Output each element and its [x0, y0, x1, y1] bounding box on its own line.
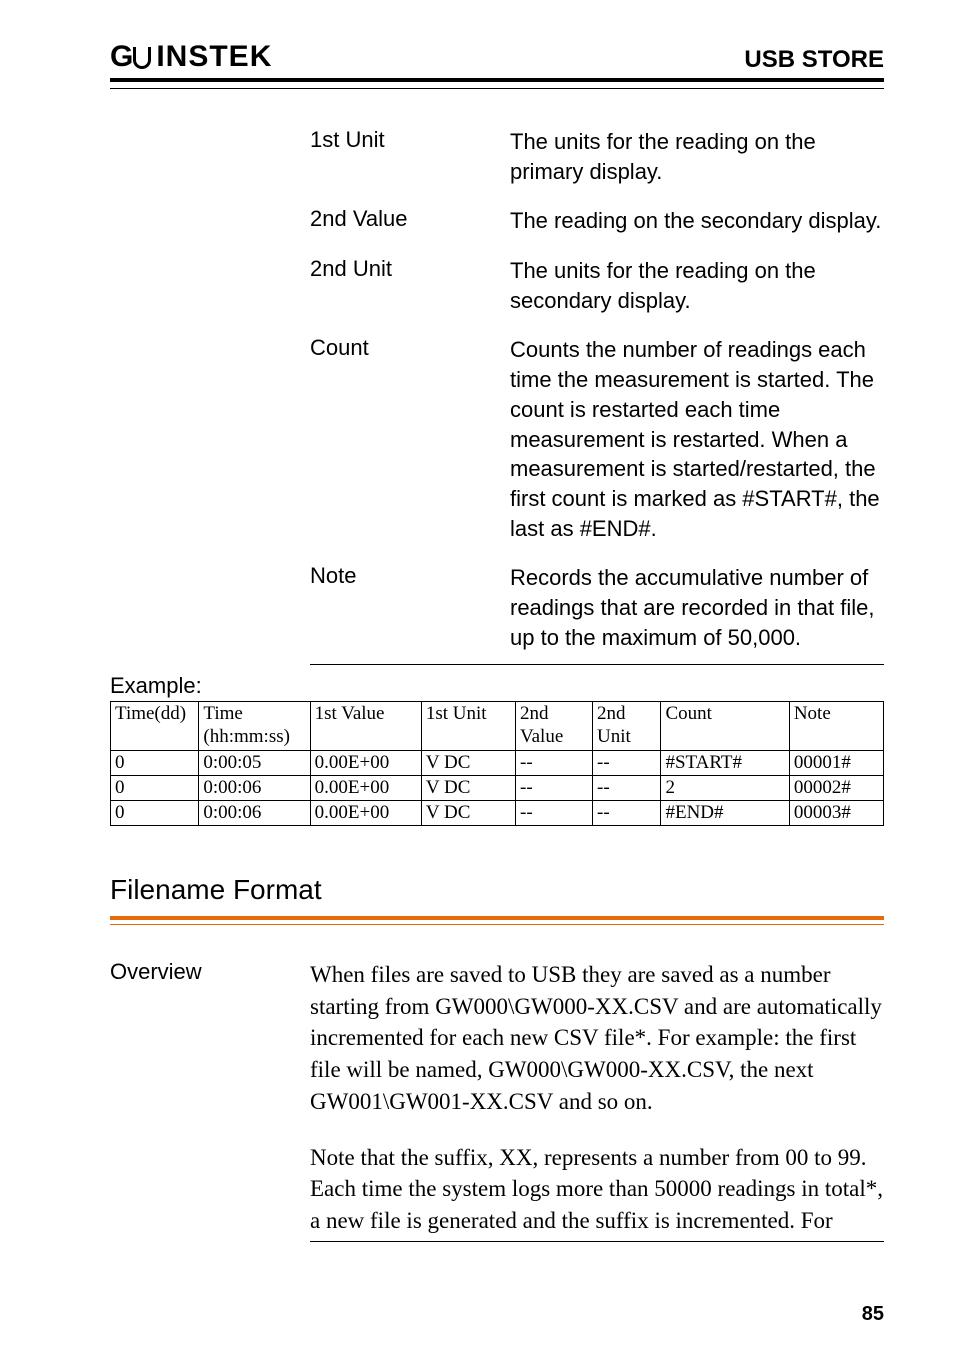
def-desc: The units for the reading on the primary… [510, 127, 884, 186]
cell: 0 [111, 750, 199, 775]
def-row: 2nd Unit The units for the reading on th… [310, 246, 884, 325]
cell: 0.00E+00 [310, 800, 421, 825]
th-note: Note [789, 702, 883, 751]
overview-label: Overview [110, 959, 310, 1242]
th-1st-unit: 1st Unit [421, 702, 515, 751]
th-line1: 2nd [520, 703, 549, 724]
cell: 0 [111, 775, 199, 800]
def-term: Count [310, 335, 510, 543]
cell: -- [593, 750, 661, 775]
th-line2: Unit [597, 726, 631, 747]
page-header: G INSTEK USB STORE [110, 40, 884, 82]
table-row: 0 0:00:05 0.00E+00 V DC -- -- #START# 00… [111, 750, 884, 775]
cell: V DC [421, 775, 515, 800]
example-label: Example: [110, 669, 884, 701]
def-term: 1st Unit [310, 127, 510, 186]
def-term: 2nd Unit [310, 256, 510, 315]
th-time-hms: Time (hh:mm:ss) [199, 702, 310, 751]
definition-list: 1st Unit The units for the reading on th… [310, 117, 884, 665]
orange-rule-thick [110, 916, 884, 920]
th-line2: (hh:mm:ss) [203, 726, 290, 747]
cell: 0.00E+00 [310, 750, 421, 775]
cell: -- [593, 800, 661, 825]
table-row: 0 0:00:06 0.00E+00 V DC -- -- #END# 0000… [111, 800, 884, 825]
brand-suffix: INSTEK [156, 40, 272, 74]
example-table: Time(dd) Time (hh:mm:ss) 1st Value 1st U… [110, 701, 884, 826]
cell: V DC [421, 750, 515, 775]
th-time-dd: Time(dd) [111, 702, 199, 751]
brand-logo: G INSTEK [110, 40, 272, 74]
overview-block: Overview When files are saved to USB the… [110, 959, 884, 1242]
def-term: 2nd Value [310, 206, 510, 236]
cell: 00002# [789, 775, 883, 800]
th-1st-value: 1st Value [310, 702, 421, 751]
th-count: Count [661, 702, 789, 751]
th-line2: Value [520, 726, 563, 747]
table-header-row: Time(dd) Time (hh:mm:ss) 1st Value 1st U… [111, 702, 884, 751]
section-title: USB STORE [744, 46, 884, 74]
cell: 0:00:05 [199, 750, 310, 775]
def-row: 2nd Value The reading on the secondary d… [310, 196, 884, 246]
th-line1: Time [203, 703, 242, 724]
filename-format-heading: Filename Format [110, 874, 884, 906]
cell: #END# [661, 800, 789, 825]
def-row: Note Records the accumulative number of … [310, 553, 884, 665]
orange-rule-thin [110, 924, 884, 925]
def-desc: The units for the reading on the seconda… [510, 256, 884, 315]
overview-p1: When files are saved to USB they are sav… [310, 959, 884, 1118]
cell: 0:00:06 [199, 775, 310, 800]
th-2nd-unit: 2nd Unit [593, 702, 661, 751]
cell: 0.00E+00 [310, 775, 421, 800]
def-row: 1st Unit The units for the reading on th… [310, 117, 884, 196]
th-line1: 2nd [597, 703, 626, 724]
cell: 2 [661, 775, 789, 800]
logo-u-icon [133, 47, 151, 69]
brand-prefix: G [110, 40, 132, 74]
cell: -- [516, 800, 593, 825]
th-2nd-value: 2nd Value [516, 702, 593, 751]
def-desc: The reading on the secondary display. [510, 206, 884, 236]
cell: 00001# [789, 750, 883, 775]
table-row: 0 0:00:06 0.00E+00 V DC -- -- 2 00002# [111, 775, 884, 800]
cell: -- [593, 775, 661, 800]
page-number: 85 [862, 1303, 884, 1326]
def-desc: Counts the number of readings each time … [510, 335, 884, 543]
def-term: Note [310, 563, 510, 652]
cell: 00003# [789, 800, 883, 825]
cell: V DC [421, 800, 515, 825]
def-desc: Records the accumulative number of readi… [510, 563, 884, 652]
def-row: Count Counts the number of readings each… [310, 325, 884, 553]
header-rule [110, 88, 884, 89]
cell: -- [516, 775, 593, 800]
cell: #START# [661, 750, 789, 775]
cell: -- [516, 750, 593, 775]
overview-p2: Note that the suffix, XX, represents a n… [310, 1142, 884, 1242]
cell: 0 [111, 800, 199, 825]
overview-body: When files are saved to USB they are sav… [310, 959, 884, 1242]
cell: 0:00:06 [199, 800, 310, 825]
